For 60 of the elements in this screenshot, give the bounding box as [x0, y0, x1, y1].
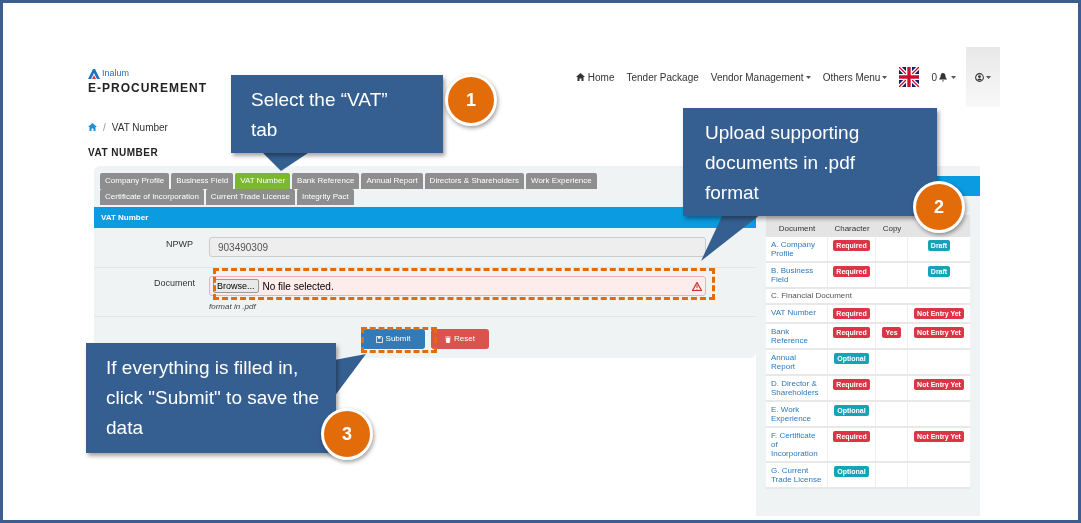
- file-status: No file selected.: [262, 279, 335, 294]
- logo-icon: [88, 68, 100, 79]
- tab[interactable]: Annual Report: [361, 173, 423, 189]
- tab[interactable]: Company Profile: [100, 173, 170, 189]
- notifications-button[interactable]: 0: [931, 69, 956, 85]
- column-header: Document: [777, 224, 817, 234]
- npwp-field[interactable]: 903490309: [209, 237, 706, 257]
- caret-icon: [805, 75, 811, 79]
- column-header: Copy: [881, 224, 903, 234]
- tab[interactable]: Work Experience: [526, 173, 597, 189]
- breadcrumb-item: VAT Number: [111, 120, 168, 135]
- callout-pointer: [701, 214, 761, 261]
- save-icon: [375, 335, 383, 343]
- file-upload-field[interactable]: Browse... No file selected.: [209, 276, 706, 296]
- bell-icon: [939, 72, 947, 82]
- user-icon: [975, 72, 984, 82]
- document-link[interactable]: G. Current Trade License: [771, 466, 822, 484]
- home-icon[interactable]: [88, 123, 97, 131]
- flag-icon[interactable]: [899, 67, 920, 87]
- step-number-badge: 3: [321, 408, 373, 460]
- trash-icon: [445, 335, 452, 343]
- document-link[interactable]: Bank Reference: [771, 327, 822, 345]
- caret-icon: [882, 75, 888, 79]
- tab[interactable]: Current Trade License: [205, 189, 295, 205]
- callout-box: If everything is filled in, click "Submit" to save the data: [86, 343, 336, 453]
- tab[interactable]: Integrity Pact: [297, 189, 354, 205]
- caret-icon: [986, 75, 991, 79]
- table-cell: C. Financial Document: [771, 290, 852, 302]
- user-menu-button[interactable]: [966, 47, 1000, 107]
- submit-button[interactable]: Submit: [361, 329, 425, 349]
- document-link[interactable]: D. Director & Shareholders: [771, 379, 822, 397]
- nav-link[interactable]: Tender Package: [626, 69, 699, 85]
- nav-menu[interactable]: Vendor Management: [710, 69, 811, 85]
- document-link[interactable]: B. Business Field: [771, 266, 822, 284]
- step-number-badge: 1: [445, 74, 497, 126]
- document-link[interactable]: E. Work Experience: [771, 405, 822, 423]
- logo-title: E-PROCUREMENT: [88, 80, 207, 95]
- tab[interactable]: Bank Reference: [292, 173, 360, 189]
- document-link[interactable]: Annual Report: [771, 353, 822, 371]
- page-title: VAT NUMBER: [88, 146, 160, 160]
- document-link[interactable]: A. Company Profile: [771, 240, 822, 258]
- help-text: format in .pdf: [209, 302, 258, 312]
- column-header: Character: [833, 224, 871, 234]
- field-label: NPWP: [165, 238, 194, 251]
- reset-button[interactable]: Reset: [431, 329, 489, 349]
- nav-menu[interactable]: Others Menu: [822, 69, 888, 85]
- section-title: VAT Number: [101, 211, 149, 224]
- tab[interactable]: Certificate of Incorporation: [100, 189, 204, 205]
- logo-brand: Inalum: [102, 67, 129, 80]
- tab[interactable]: Directors & Shareholders: [424, 173, 524, 189]
- field-label: Document: [154, 277, 197, 290]
- document-link[interactable]: VAT Number: [771, 308, 822, 317]
- tab[interactable]: Business Field: [171, 173, 234, 189]
- browse-button[interactable]: Browse...: [213, 279, 259, 293]
- breadcrumb-separator: /: [103, 120, 106, 135]
- document-link[interactable]: F. Certificate of Incorporation: [771, 431, 822, 458]
- caret-icon: [951, 75, 956, 79]
- home-icon: [575, 73, 585, 81]
- warning-icon: [692, 281, 702, 291]
- home-link[interactable]: Home: [575, 69, 615, 85]
